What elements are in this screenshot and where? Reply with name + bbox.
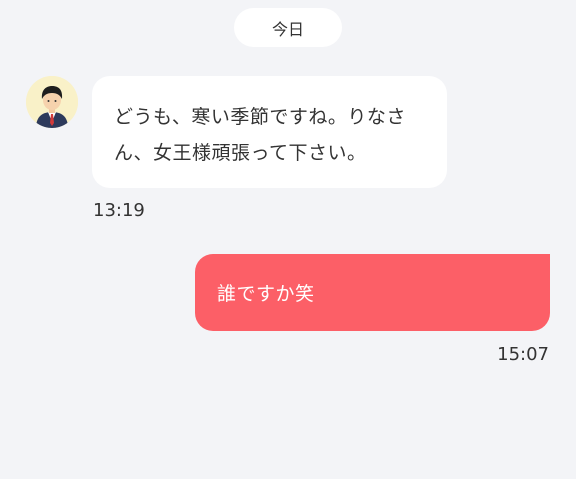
incoming-message-bubble[interactable]: どうも、寒い季節ですね。りなさ ん、女王様頑張って下さい。	[92, 76, 447, 188]
outgoing-message-timestamp: 15:07	[497, 344, 549, 365]
incoming-message-text-line-1: どうも、寒い季節ですね。りなさ	[114, 106, 406, 128]
avatar-businessman-icon	[26, 76, 78, 128]
date-divider-label: 今日	[271, 19, 304, 39]
outgoing-message-bubble[interactable]: 誰ですか笑	[195, 254, 550, 331]
sender-avatar[interactable]	[26, 76, 78, 128]
incoming-message-timestamp: 13:19	[93, 200, 145, 221]
date-divider: 今日	[234, 8, 342, 47]
incoming-message-text-line-2: ん、女王様頑張って下さい。	[114, 142, 367, 164]
outgoing-message-text: 誰ですか笑	[217, 283, 315, 305]
